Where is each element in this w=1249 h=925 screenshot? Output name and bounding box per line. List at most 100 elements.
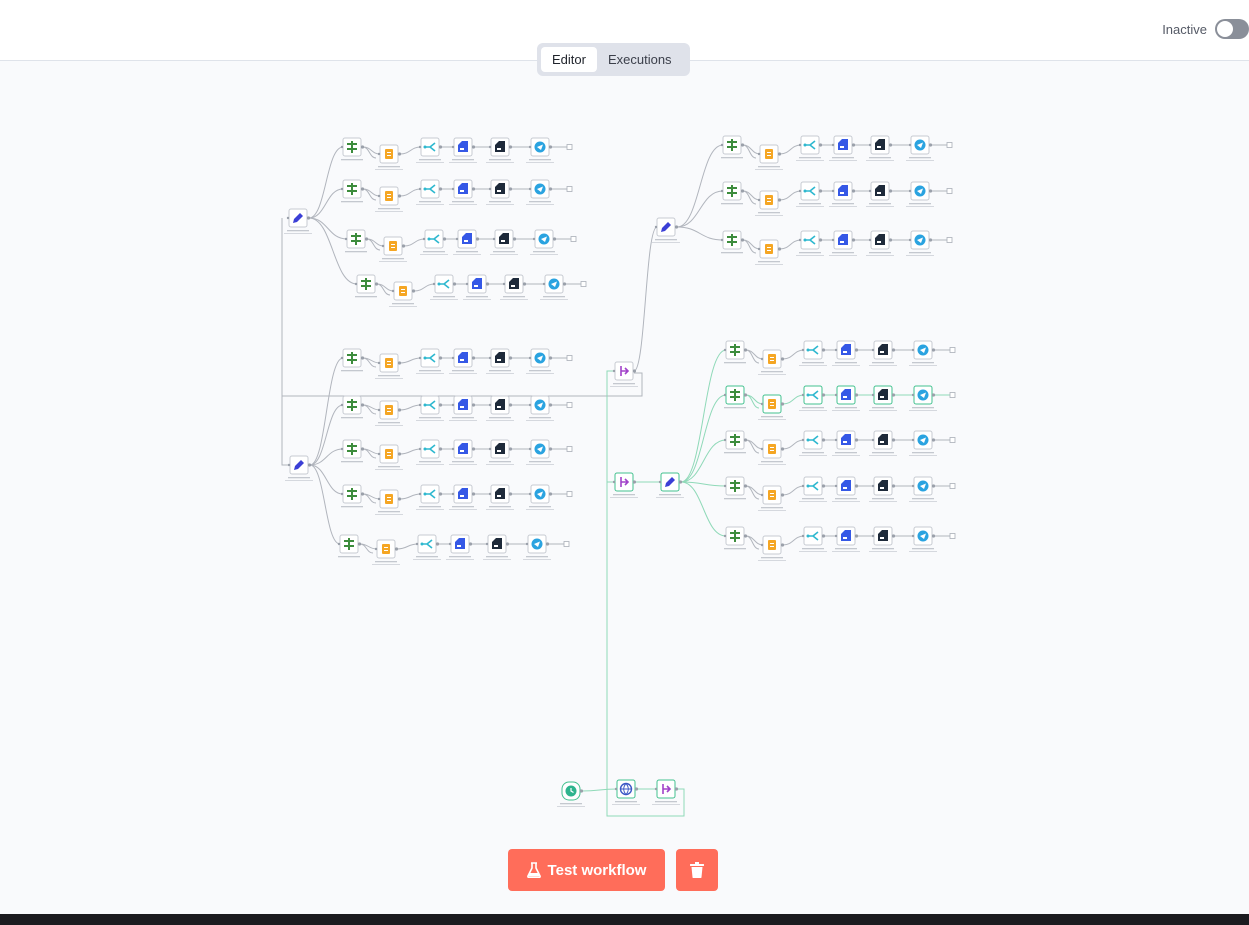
workflow-node-upload[interactable] — [449, 395, 477, 421]
workflow-node-upload[interactable] — [832, 340, 860, 366]
workflow-node-split[interactable] — [413, 534, 441, 560]
nodes[interactable] — [284, 135, 956, 807]
workflow-node-split[interactable] — [430, 274, 458, 300]
workflow-node-code[interactable] — [755, 144, 783, 170]
workflow-node-edit[interactable] — [656, 472, 684, 498]
add-node-handle[interactable] — [580, 281, 587, 287]
workflow-node-download[interactable] — [869, 385, 897, 411]
workflow-node-code[interactable] — [758, 535, 786, 561]
workflow-node-telegram[interactable] — [906, 181, 934, 207]
workflow-node-upload[interactable] — [832, 385, 860, 411]
workflow-node-wait[interactable] — [652, 779, 680, 805]
workflow-node-set[interactable] — [723, 385, 748, 409]
test-workflow-button[interactable]: Test workflow — [508, 849, 665, 891]
add-node-handle[interactable] — [946, 237, 953, 243]
workflow-node-telegram[interactable] — [523, 534, 551, 560]
workflow-node-split[interactable] — [796, 135, 824, 161]
add-node-handle[interactable] — [949, 533, 956, 539]
workflow-node-split[interactable] — [416, 137, 444, 163]
tab-executions[interactable]: Executions — [597, 47, 683, 72]
workflow-node-upload[interactable] — [449, 179, 477, 205]
workflow-node-download[interactable] — [866, 230, 894, 256]
workflow-node-edit[interactable] — [284, 208, 312, 234]
workflow-node-trigger[interactable] — [557, 781, 585, 807]
workflow-node-http[interactable] — [612, 779, 640, 805]
workflow-node-wait[interactable] — [610, 472, 638, 498]
workflow-node-download[interactable] — [486, 137, 514, 163]
delete-button[interactable] — [676, 849, 718, 891]
add-node-handle[interactable] — [563, 541, 570, 547]
workflow-node-upload[interactable] — [832, 430, 860, 456]
workflow-node-download[interactable] — [869, 476, 897, 502]
workflow-node-code[interactable] — [375, 353, 403, 379]
workflow-node-telegram[interactable] — [540, 274, 568, 300]
workflow-node-upload[interactable] — [832, 526, 860, 552]
workflow-node-code[interactable] — [372, 539, 400, 565]
workflow-node-telegram[interactable] — [909, 385, 937, 411]
workflow-node-upload[interactable] — [449, 137, 477, 163]
add-node-handle[interactable] — [566, 491, 573, 497]
workflow-node-split[interactable] — [416, 395, 444, 421]
workflow-node-split[interactable] — [799, 430, 827, 456]
workflow-node-code[interactable] — [755, 190, 783, 216]
tab-editor[interactable]: Editor — [541, 47, 597, 72]
workflow-node-code[interactable] — [389, 281, 417, 307]
workflow-node-split[interactable] — [799, 385, 827, 411]
add-node-handle[interactable] — [949, 347, 956, 353]
workflow-node-telegram[interactable] — [526, 484, 554, 510]
workflow-node-download[interactable] — [866, 181, 894, 207]
workflow-node-set[interactable] — [354, 274, 379, 298]
workflow-node-download[interactable] — [483, 534, 511, 560]
workflow-node-download[interactable] — [869, 526, 897, 552]
workflow-node-set[interactable] — [723, 340, 748, 364]
workflow-node-set[interactable] — [340, 484, 365, 508]
workflow-node-split[interactable] — [416, 179, 444, 205]
workflow-node-split[interactable] — [416, 348, 444, 374]
workflow-node-upload[interactable] — [449, 439, 477, 465]
workflow-node-upload[interactable] — [832, 476, 860, 502]
workflow-node-telegram[interactable] — [526, 395, 554, 421]
workflow-node-set[interactable] — [340, 179, 365, 203]
add-node-handle[interactable] — [946, 142, 953, 148]
workflow-graph[interactable] — [0, 61, 1249, 914]
workflow-node-set[interactable] — [340, 137, 365, 161]
workflow-node-upload[interactable] — [829, 230, 857, 256]
workflow-node-telegram[interactable] — [530, 229, 558, 255]
add-node-handle[interactable] — [566, 446, 573, 452]
add-node-handle[interactable] — [566, 144, 573, 150]
workflow-node-upload[interactable] — [829, 181, 857, 207]
workflow-node-split[interactable] — [799, 476, 827, 502]
workflow-node-telegram[interactable] — [906, 135, 934, 161]
workflow-node-set[interactable] — [344, 229, 369, 253]
workflow-node-download[interactable] — [486, 395, 514, 421]
workflow-node-code[interactable] — [758, 439, 786, 465]
workflow-node-set[interactable] — [340, 395, 365, 419]
workflow-canvas[interactable] — [0, 61, 1249, 914]
workflow-node-download[interactable] — [500, 274, 528, 300]
workflow-node-code[interactable] — [375, 400, 403, 426]
workflow-node-edit[interactable] — [285, 455, 313, 481]
add-node-handle[interactable] — [566, 402, 573, 408]
workflow-node-code[interactable] — [755, 239, 783, 265]
workflow-node-set[interactable] — [723, 430, 748, 454]
workflow-node-split[interactable] — [416, 484, 444, 510]
workflow-node-set[interactable] — [720, 135, 745, 159]
workflow-node-code[interactable] — [375, 444, 403, 470]
workflow-node-split[interactable] — [416, 439, 444, 465]
workflow-node-split[interactable] — [796, 230, 824, 256]
add-node-handle[interactable] — [570, 236, 577, 242]
workflow-node-download[interactable] — [866, 135, 894, 161]
workflow-node-download[interactable] — [869, 340, 897, 366]
workflow-node-split[interactable] — [799, 340, 827, 366]
workflow-node-download[interactable] — [486, 484, 514, 510]
workflow-node-upload[interactable] — [453, 229, 481, 255]
workflow-node-code[interactable] — [758, 349, 786, 375]
workflow-node-download[interactable] — [486, 439, 514, 465]
workflow-node-upload[interactable] — [829, 135, 857, 161]
workflow-node-split[interactable] — [420, 229, 448, 255]
workflow-node-telegram[interactable] — [909, 526, 937, 552]
activate-toggle[interactable] — [1215, 19, 1249, 39]
workflow-node-set[interactable] — [723, 526, 748, 550]
add-node-handle[interactable] — [566, 186, 573, 192]
workflow-node-code[interactable] — [758, 485, 786, 511]
